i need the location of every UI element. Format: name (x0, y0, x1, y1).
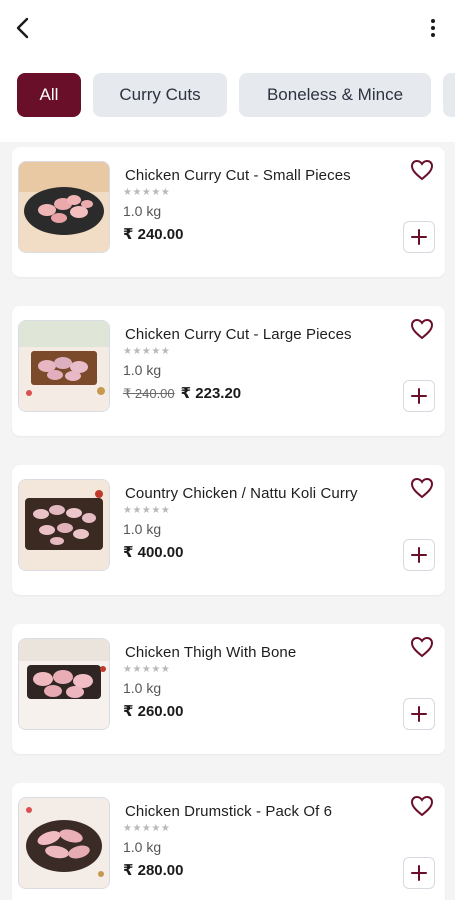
category-chips: All Curry Cuts Boneless & Mince (0, 56, 455, 142)
product-name[interactable]: Chicken Thigh With Bone (125, 644, 296, 661)
heart-icon (410, 318, 434, 340)
add-to-cart-button[interactable] (403, 857, 435, 889)
product-price: ₹ 400.00 (123, 544, 184, 561)
chip-all[interactable]: All (17, 73, 81, 117)
app-bar (0, 0, 455, 57)
product-image[interactable] (18, 797, 110, 889)
wishlist-button[interactable] (409, 634, 435, 660)
heart-icon (410, 795, 434, 817)
price-row: ₹ 240.00 (123, 225, 183, 243)
product-card[interactable]: Country Chicken / Nattu Koli Curry ★★★★★… (12, 465, 445, 595)
product-price: ₹ 223.20 (180, 385, 242, 402)
product-list: Chicken Curry Cut - Small Pieces ★★★★★ 1… (0, 142, 455, 900)
product-name[interactable]: Chicken Drumstick - Pack Of 6 (125, 803, 332, 820)
wishlist-button[interactable] (409, 475, 435, 501)
heart-icon (410, 477, 434, 499)
chip-curry-cuts[interactable]: Curry Cuts (93, 73, 227, 117)
plus-icon (411, 388, 427, 404)
heart-icon (410, 636, 434, 658)
chip-more[interactable] (443, 73, 455, 117)
original-price: ₹ 240.00 (123, 386, 175, 401)
more-options-button[interactable] (425, 14, 441, 42)
wishlist-button[interactable] (409, 793, 435, 819)
rating-stars: ★★★★★ (123, 823, 171, 834)
product-weight: 1.0 kg (123, 362, 162, 378)
price-row: ₹ 260.00 (123, 702, 183, 720)
price-row: ₹ 240.00 ₹ 223.20 (123, 384, 241, 402)
price-row: ₹ 280.00 (123, 861, 183, 879)
chip-boneless-mince[interactable]: Boneless & Mince (239, 73, 431, 117)
product-price: ₹ 260.00 (123, 703, 184, 720)
product-price: ₹ 280.00 (123, 862, 184, 879)
wishlist-button[interactable] (409, 157, 435, 183)
add-to-cart-button[interactable] (403, 698, 435, 730)
back-button[interactable] (10, 14, 38, 42)
price-row: ₹ 400.00 (123, 543, 183, 561)
add-to-cart-button[interactable] (403, 221, 435, 253)
wishlist-button[interactable] (409, 316, 435, 342)
product-weight: 1.0 kg (123, 203, 162, 219)
product-name[interactable]: Country Chicken / Nattu Koli Curry (125, 485, 358, 502)
plus-icon (411, 865, 427, 881)
product-image[interactable] (18, 320, 110, 412)
plus-icon (411, 547, 427, 563)
product-card[interactable]: Chicken Thigh With Bone ★★★★★ 1.0 kg ₹ 2… (12, 624, 445, 754)
product-card[interactable]: Chicken Curry Cut - Large Pieces ★★★★★ 1… (12, 306, 445, 436)
rating-stars: ★★★★★ (123, 505, 171, 516)
product-card[interactable]: Chicken Curry Cut - Small Pieces ★★★★★ 1… (12, 147, 445, 277)
product-image[interactable] (18, 161, 110, 253)
plus-icon (411, 706, 427, 722)
product-weight: 1.0 kg (123, 521, 162, 537)
rating-stars: ★★★★★ (123, 187, 171, 198)
rating-stars: ★★★★★ (123, 346, 171, 357)
product-image[interactable] (18, 638, 110, 730)
add-to-cart-button[interactable] (403, 380, 435, 412)
product-price: ₹ 240.00 (123, 226, 184, 243)
rating-stars: ★★★★★ (123, 664, 171, 675)
product-image[interactable] (18, 479, 110, 571)
product-name[interactable]: Chicken Curry Cut - Small Pieces (125, 167, 351, 184)
product-name[interactable]: Chicken Curry Cut - Large Pieces (125, 326, 352, 343)
plus-icon (411, 229, 427, 245)
add-to-cart-button[interactable] (403, 539, 435, 571)
product-weight: 1.0 kg (123, 839, 162, 855)
product-weight: 1.0 kg (123, 680, 162, 696)
chevron-left-icon (16, 17, 29, 39)
more-vertical-icon (431, 19, 435, 37)
heart-icon (410, 159, 434, 181)
product-card[interactable]: Chicken Drumstick - Pack Of 6 ★★★★★ 1.0 … (12, 783, 445, 900)
